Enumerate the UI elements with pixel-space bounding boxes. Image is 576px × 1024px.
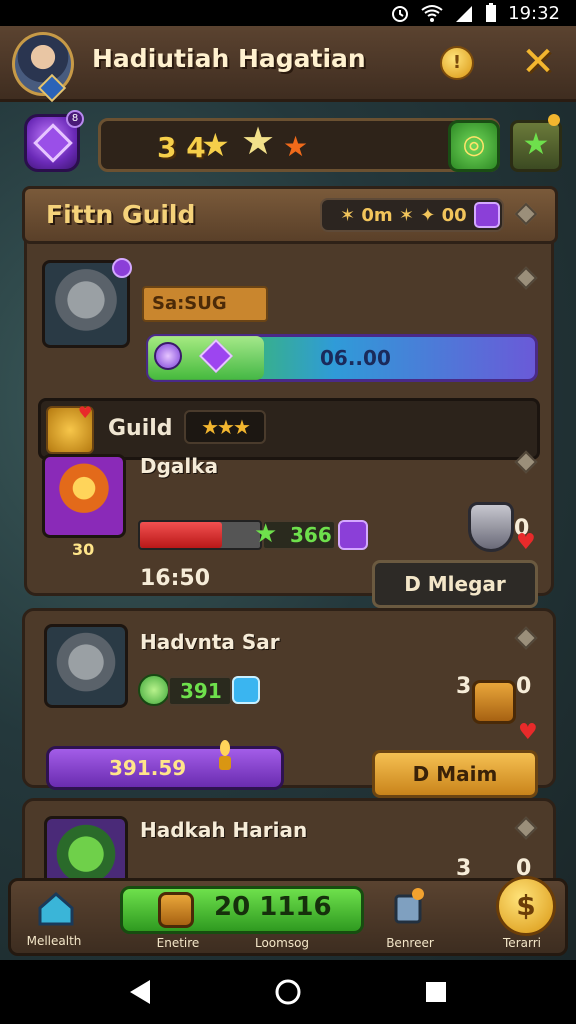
nav-label-trash: Benreer <box>386 936 434 950</box>
leader-xp-text: 06..00 <box>320 346 391 370</box>
trash-icon[interactable] <box>388 886 428 926</box>
member-action-button[interactable]: D Mlegar <box>372 560 538 608</box>
star-icon: ★ <box>241 119 276 163</box>
stars-panel: 3 4 ★ ★ ★ <box>98 118 500 172</box>
card-side-count-left: 3 <box>456 674 472 699</box>
nav-label-coin: Terarri <box>503 936 541 950</box>
status-time: 19:32 <box>508 2 560 24</box>
gem-icon <box>338 520 368 550</box>
android-nav-bar <box>0 960 576 1024</box>
coin-icon <box>138 674 170 706</box>
gem-icon <box>474 202 500 228</box>
coin-icon[interactable]: $ <box>496 876 556 936</box>
heart-icon: ♥ <box>78 403 93 422</box>
status-bar: 19:32 <box>0 0 576 26</box>
chest-icon <box>472 680 516 724</box>
coin-info-button[interactable]: ! <box>440 46 474 80</box>
guild-title: Fittn Guild <box>46 200 196 229</box>
chat-button[interactable]: ◎ <box>448 120 500 172</box>
shield-icon <box>468 502 514 552</box>
page-title: Hadiutiah Hagatian <box>92 44 366 73</box>
card-progress-pill[interactable]: 391.59 <box>46 746 284 790</box>
card-value: 391 <box>168 676 232 706</box>
card-name: Hadvnta Sar <box>140 630 280 654</box>
nav-label-chest: Enetire <box>156 936 200 950</box>
guild-row-stars: ★★★ <box>184 410 266 444</box>
coin-icon <box>154 342 182 370</box>
home-icon[interactable] <box>274 978 302 1006</box>
nav-label-scroll: Loomsog <box>254 936 310 950</box>
stars-count: 3 4 <box>157 131 206 164</box>
nav-label-house: Mellealth <box>26 934 82 948</box>
card-portrait[interactable] <box>44 624 128 708</box>
game-screen: Hadiutiah Hagatian ! ✕ 8 3 4 ★ ★ ★ ◎ ★ F… <box>0 26 576 960</box>
signal-icon <box>456 6 473 22</box>
add-stars-button[interactable]: ★ <box>510 120 562 172</box>
gem-icon <box>33 123 73 163</box>
member-time: 16:50 <box>140 566 211 591</box>
wifi-icon <box>421 5 443 22</box>
star-icon: ★ <box>254 519 278 549</box>
guild-resources-text: ✶ 0m ✶ ✦ 00 <box>340 205 467 226</box>
weapon-level: 30 <box>72 540 95 559</box>
weapon-portrait[interactable] <box>42 454 126 538</box>
close-button[interactable]: ✕ <box>516 40 560 84</box>
blue-gem-icon <box>232 676 260 704</box>
star-icon: ★ <box>201 126 230 164</box>
alarm-icon <box>392 6 409 22</box>
member-name: Dgalka <box>140 454 219 478</box>
battery-icon <box>486 3 497 22</box>
card-side-count-right: 0 <box>516 674 532 699</box>
candle-icon <box>219 740 231 770</box>
star-icon: ★ <box>283 130 309 163</box>
notification-dot <box>548 114 560 126</box>
heart-icon: ♥ <box>516 530 536 555</box>
card-name: Hadkah Harian <box>140 818 308 842</box>
back-icon[interactable] <box>128 978 152 1006</box>
main-action-value: 20 1116 <box>214 892 332 922</box>
guild-row-label: Guild <box>108 416 173 441</box>
leader-name: Sa:SUG <box>152 293 227 314</box>
heart-icon: ♥ <box>518 720 538 745</box>
leader-badge-icon <box>112 258 132 278</box>
house-icon[interactable] <box>36 888 76 928</box>
gem-badge: 8 <box>66 110 84 128</box>
chest-icon <box>158 892 194 928</box>
card-action-button[interactable]: D Maim <box>372 750 538 798</box>
recents-icon[interactable] <box>424 980 448 1004</box>
member-hp-fill <box>140 522 222 548</box>
